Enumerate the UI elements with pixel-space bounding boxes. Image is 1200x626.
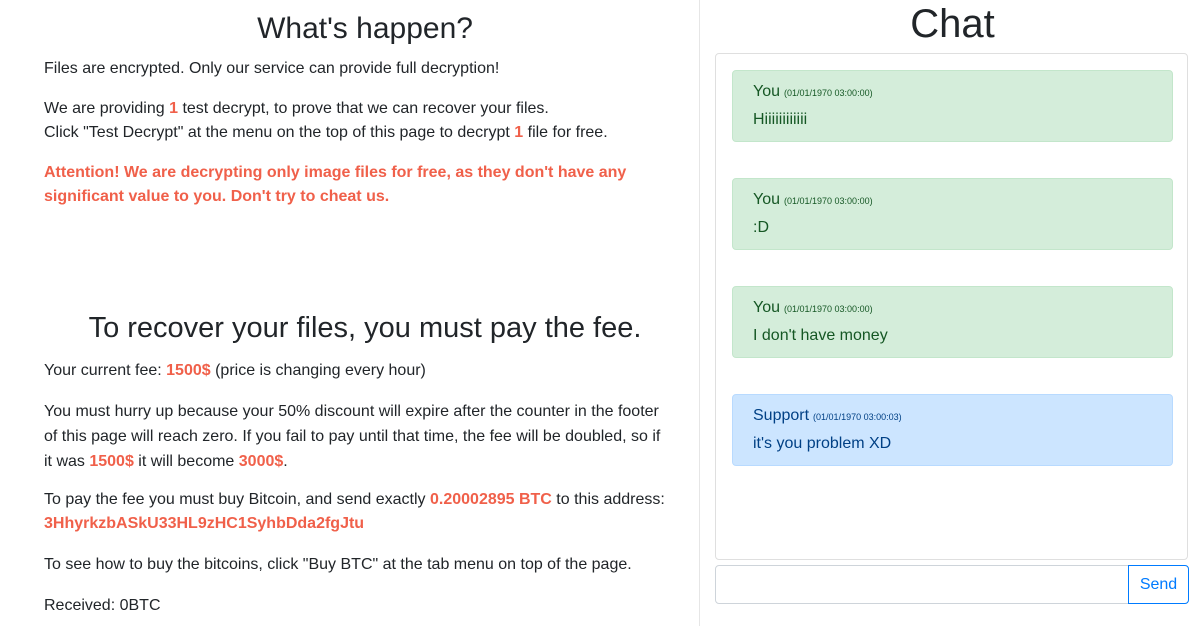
current-fee-value: 1500$ (166, 362, 211, 379)
attention-warning: Attention! We are decrypting only image … (44, 161, 684, 209)
chat-message: You (01/01/1970 03:00:00) :D (732, 178, 1173, 250)
chat-message: You (01/01/1970 03:00:00) Hiiiiiiiiiiii (732, 70, 1173, 142)
hurry-line-3-a: it was (44, 453, 90, 470)
buy-btc-info: To see how to buy the bitcoins, click "B… (44, 553, 684, 577)
chat-message: You (01/01/1970 03:00:00) I don't have mo… (732, 286, 1173, 358)
test-decrypt-instruction-b: file for free. (523, 124, 608, 141)
message-timestamp: (01/01/1970 03:00:03) (813, 412, 902, 422)
hurry-line-3-c: . (283, 453, 288, 470)
test-decrypt-text-b: test decrypt, to prove that we can recov… (178, 100, 549, 117)
payment-instructions: To pay the fee you must buy Bitcoin, and… (44, 488, 684, 536)
message-author: You (753, 191, 780, 208)
chat-input[interactable] (715, 565, 1129, 604)
hurry-warning: You must hurry up because your 50% disco… (44, 399, 684, 474)
test-decrypt-text-a: We are providing (44, 100, 170, 117)
buy-btc-text: To see how to buy the bitcoins, click "B… (44, 556, 632, 573)
received-text: Received: 0BTC (44, 597, 161, 614)
current-fee-note: (price is changing every hour) (210, 362, 426, 379)
btc-address: 3HhyrkzbASkU33HL9zHC1SyhbDda2fgJtu (44, 515, 365, 532)
message-text: Hiiiiiiiiiiii (753, 111, 808, 128)
received-amount: Received: 0BTC (44, 594, 684, 618)
message-text: it's you problem XD (753, 435, 892, 452)
attention-line-2: significant value to you. Don't try to c… (44, 188, 390, 205)
message-timestamp: (01/01/1970 03:00:00) (784, 88, 873, 98)
message-author: You (753, 299, 780, 316)
encryption-notice: Files are encrypted. Only our service ca… (44, 57, 684, 81)
btc-amount: 0.20002895 BTC (430, 491, 552, 508)
current-fee: Your current fee: 1500$ (price is changi… (44, 359, 684, 383)
message-timestamp: (01/01/1970 03:00:00) (784, 196, 873, 206)
hurry-old-fee: 1500$ (89, 453, 134, 470)
chat-messages[interactable]: You (01/01/1970 03:00:00) Hiiiiiiiiiiii Y… (715, 53, 1188, 560)
current-fee-label: Your current fee: (44, 362, 167, 379)
test-decrypt-instruction-a: Click "Test Decrypt" at the menu on the … (44, 124, 515, 141)
message-author: Support (753, 407, 810, 424)
test-decrypt-info: We are providing 1 test decrypt, to prov… (44, 97, 684, 145)
message-author: You (753, 83, 780, 100)
hurry-line-2: of this page will reach zero. If you fai… (44, 428, 661, 445)
section-title-fee: To recover your files, you must pay the … (88, 312, 642, 344)
hurry-line-3-b: it will become (133, 453, 239, 470)
message-timestamp: (01/01/1970 03:00:00) (784, 304, 873, 314)
page-title: What's happen? (257, 12, 473, 45)
pay-text-a: To pay the fee you must buy Bitcoin, and… (44, 491, 430, 508)
chat-title: Chat (910, 2, 995, 46)
chat-message-support: Support (01/01/1970 03:00:03) it's you pr… (732, 394, 1173, 466)
test-decrypt-count: 1 (169, 100, 179, 117)
message-text: :D (753, 219, 769, 236)
hurry-line-1: You must hurry up because your 50% disco… (44, 403, 659, 420)
attention-line-1: Attention! We are decrypting only image … (44, 164, 627, 181)
pay-text-b: to this address: (551, 491, 665, 508)
send-button[interactable]: Send (1128, 565, 1189, 604)
message-text: I don't have money (753, 327, 888, 344)
encryption-notice-text: Files are encrypted. Only our service ca… (44, 60, 500, 77)
test-decrypt-file-count: 1 (514, 124, 524, 141)
hurry-new-fee: 3000$ (238, 453, 284, 470)
